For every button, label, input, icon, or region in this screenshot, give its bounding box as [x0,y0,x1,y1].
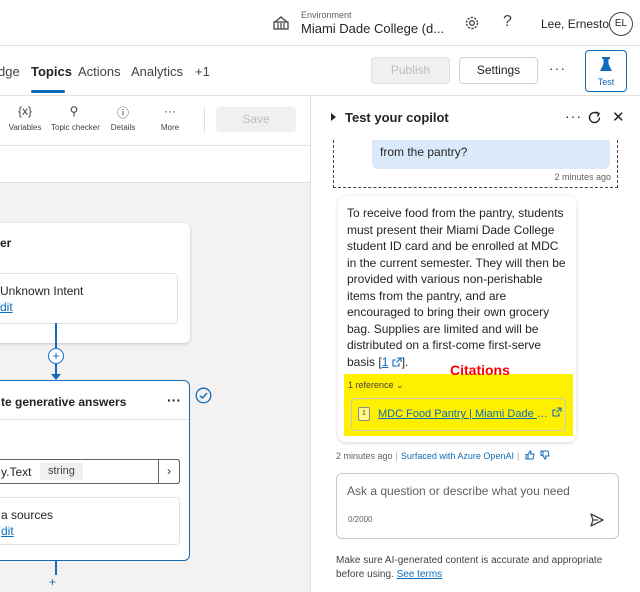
bot-message-body: To receive food from the pantry, student… [347,206,566,369]
add-node-button[interactable]: + [48,348,64,364]
thumbs-up-icon[interactable] [525,450,535,460]
trigger-node[interactable]: er Unknown Intent dit [0,223,190,343]
copilot-studio-app: Environment Miami Dade College (d... ? L… [0,0,640,592]
environment-picker[interactable]: Miami Dade College (d... [301,21,444,36]
citations-annotation: Citations [450,362,510,378]
publish-button[interactable]: Publish [371,57,450,84]
canvas-toolbar: {x} Variables ⚲ Topic checker ⓘ Details … [0,96,310,146]
surfaced-label: Surfaced with Azure OpenAI [400,451,514,461]
settings-button[interactable]: Settings [459,57,538,84]
generative-answers-title: te generative answers [1,395,127,409]
nav-bar: dge Topics Actions Analytics +1 Publish … [0,46,640,96]
connector-line [55,323,57,348]
avatar[interactable]: EL [609,12,633,36]
node-more-icon[interactable]: ··· [167,392,181,408]
add-node-button[interactable]: + [49,575,56,589]
chat-input[interactable] [347,482,577,500]
reference-title-link[interactable]: MDC Food Pantry | Miami Dade C... [378,408,548,420]
test-panel-header: Test your copilot ··· ✕ [311,96,640,140]
more-options-icon[interactable]: ··· [549,60,566,76]
bot-message-time: 2 minutes ago [336,451,393,461]
message-end: ]. [401,354,409,369]
test-button[interactable]: Test [585,50,627,92]
thumbs-down-icon[interactable] [540,450,550,460]
meta-separator: | [395,451,398,461]
details-label: Details [110,123,136,132]
test-panel-title: Test your copilot [345,110,449,125]
node-divider [0,419,189,420]
tab-analytics[interactable]: Analytics [131,64,183,79]
input-variable-field[interactable]: y.Text string › [0,459,180,484]
top-bar: Environment Miami Dade College (d... ? L… [0,0,640,46]
tab-actions[interactable]: Actions [78,64,121,79]
inline-citation-link[interactable]: 1 [382,355,389,369]
variables-label: Variables [8,123,42,132]
tab-topics[interactable]: Topics [31,64,72,79]
flask-icon [600,57,612,71]
variable-type-badge: string [40,463,83,480]
meta-separator: | [516,451,520,461]
reference-count: 1 reference [348,380,394,390]
tab-knowledge[interactable]: dge [0,64,20,79]
save-button[interactable]: Save [216,107,296,132]
canvas-header-strip [0,146,310,183]
settings-gear-icon[interactable] [463,14,481,32]
topic-checker-button[interactable]: ⚲ Topic checker [51,104,100,132]
see-terms-link[interactable]: See terms [397,569,443,580]
tab-overflow[interactable]: +1 [195,64,210,79]
check-circle-icon [195,387,212,404]
user-name: Lee, Ernesto [541,17,610,31]
reference-toggle[interactable]: 1 reference ⌄ [348,380,404,391]
intent-card[interactable]: Unknown Intent dit [0,273,178,324]
reference-number: 1 [358,407,370,421]
bot-message-meta: 2 minutes ago | Surfaced with Azure OpenAI… [336,450,550,461]
connector-line [55,561,57,575]
info-icon: ⓘ [116,106,129,120]
test-button-label: Test [597,77,615,87]
external-link-icon [392,356,402,367]
active-tab-indicator [31,90,65,93]
test-copilot-panel: Test your copilot ··· ✕ from the pantry?… [310,96,640,592]
user-message-time: 2 minutes ago [554,172,611,182]
data-sources-card[interactable]: a sources dit [0,497,180,545]
char-counter: 0/2000 [348,515,373,524]
more-icon: ··· [164,104,176,118]
variables-icon: {x} [17,104,32,118]
help-icon[interactable]: ? [503,13,512,31]
refresh-icon[interactable] [587,110,602,125]
external-link-icon[interactable] [552,407,562,417]
toolbar-more-button[interactable]: ··· More [147,104,193,132]
chevron-right-icon[interactable]: › [158,459,180,484]
user-message-area: from the pantry? 2 minutes ago [333,140,618,188]
ai-disclaimer: Make sure AI-generated content is accura… [336,554,616,582]
chevron-down-icon: ⌄ [396,380,404,390]
panel-more-icon[interactable]: ··· [565,108,582,124]
intent-title: Unknown Intent [0,284,84,298]
collapse-caret-icon[interactable] [331,113,336,121]
data-sources-edit-link[interactable]: dit [1,524,14,538]
topic-checker-label: Topic checker [51,123,100,132]
intent-edit-link[interactable]: dit [0,300,13,314]
user-message-text: from the pantry? [380,145,468,159]
variables-button[interactable]: {x} Variables [2,104,48,132]
variable-name: y.Text [1,465,32,479]
trigger-title: er [0,236,12,250]
data-sources-title: a sources [1,508,54,522]
more-label: More [160,123,180,132]
close-icon[interactable]: ✕ [612,108,625,126]
generative-answers-node[interactable]: te generative answers ··· y.Text string … [0,380,190,561]
details-button[interactable]: ⓘ Details [100,104,146,132]
reference-card[interactable]: 1 MDC Food Pantry | Miami Dade C... [351,398,566,431]
bot-message-card: To receive food from the pantry, student… [338,196,576,442]
bot-message-text: To receive food from the pantry, student… [347,206,566,369]
environment-label: Environment [301,10,352,20]
toolbar-divider [204,108,205,132]
disclaimer-text: Make sure AI-generated content is accura… [336,555,603,580]
send-icon[interactable] [589,512,605,528]
environment-icon[interactable] [272,14,290,32]
chat-input-box[interactable]: 0/2000 [336,473,619,539]
user-message-bubble: from the pantry? [372,140,610,169]
stethoscope-icon: ⚲ [69,104,79,118]
